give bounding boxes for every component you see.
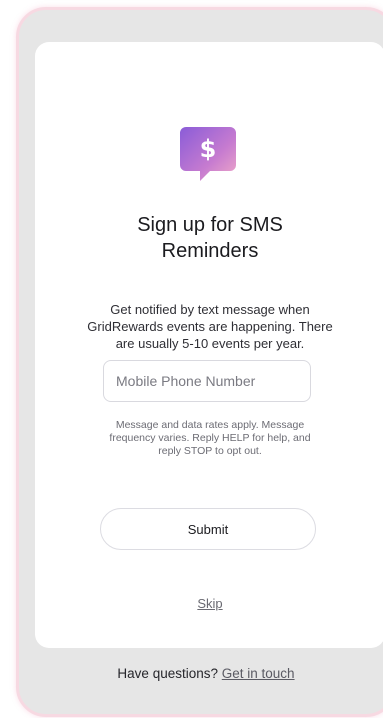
page-title: Sign up for SMS Reminders [137,214,283,262]
get-in-touch-link[interactable]: Get in touch [222,666,295,681]
phone-frame: $ Sign up for SMS Reminders Get notified… [16,7,383,717]
footer-question-text: Have questions? [117,666,218,681]
svg-text:$: $ [200,135,217,163]
dollar-chat-bubble-icon: $ [180,127,236,183]
phone-number-input[interactable] [103,360,311,402]
description-text: Get notified by text message when GridRe… [87,302,333,351]
footer: Have questions? Get in touch [19,666,383,681]
skip-link[interactable]: Skip [35,596,383,611]
submit-button[interactable]: Submit [100,508,316,550]
sms-signup-card: $ Sign up for SMS Reminders Get notified… [35,42,383,648]
sms-disclaimer-text: Message and data rates apply. Message fr… [109,419,311,457]
